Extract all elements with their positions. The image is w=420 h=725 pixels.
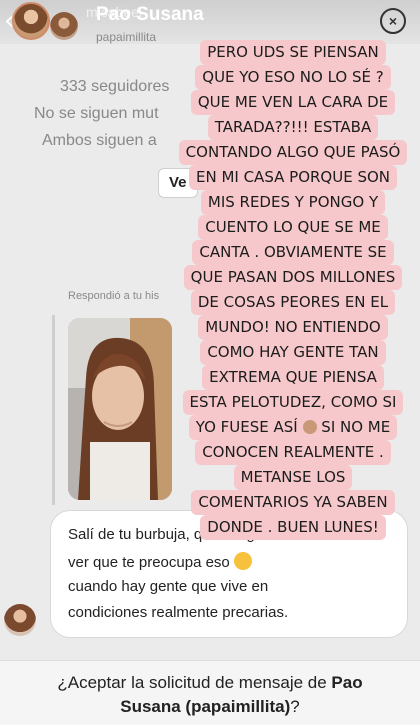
overlay-line: CONTANDO ALGO QUE PASÓ bbox=[178, 140, 408, 165]
overlay-line: METANSE LOS bbox=[233, 465, 353, 490]
overlay-line: QUE ME VEN LA CARA DE bbox=[190, 90, 396, 115]
accept-request-question: ¿Aceptar la solicitud de mensaje de Pao bbox=[57, 673, 363, 692]
overlay-line: EXTREMA QUE PIENSA bbox=[202, 365, 384, 390]
close-icon[interactable]: × bbox=[380, 8, 406, 34]
message-line: condiciones realmente precarias. bbox=[68, 604, 289, 621]
overlay-line: CUENTO LO QUE SE ME bbox=[198, 215, 388, 240]
story-title[interactable]: Pao Susana bbox=[96, 4, 204, 26]
overlay-line: MUNDO! NO ENTIENDO bbox=[198, 315, 388, 340]
story-text-overlay: PERO UDS SE PIENSAN QUE YO ESO NO LO SÉ … bbox=[168, 40, 418, 540]
reply-indicator bbox=[52, 315, 55, 505]
overlay-line: COMENTARIOS YA SABEN bbox=[191, 490, 395, 515]
overlay-line: DE COSAS PEORES EN EL bbox=[190, 290, 396, 315]
overlay-line: MIS REDES Y PONGO Y bbox=[200, 190, 386, 215]
overlay-line: YO FUESE ASÍ SI NO ME bbox=[188, 415, 398, 440]
message-line: cuando hay gente que vive en bbox=[68, 578, 269, 595]
avatar[interactable] bbox=[50, 12, 78, 40]
overlay-line: PERO UDS SE PIENSAN bbox=[200, 40, 386, 65]
overlay-line: DONDE . BUEN LUNES! bbox=[200, 515, 386, 540]
profile-handle: papaimillita bbox=[96, 30, 157, 44]
overlay-line: QUE PASAN DOS MILLONES bbox=[183, 265, 403, 290]
facepalm-emoji-icon bbox=[302, 420, 317, 434]
overlay-line: QUE YO ESO NO LO SÉ ? bbox=[195, 65, 391, 90]
followers-count: 333 seguidores bbox=[60, 78, 170, 95]
mutual-status: No se siguen mut bbox=[34, 105, 159, 122]
message-line: ver que te preocupa eso bbox=[68, 552, 252, 571]
mutual-followers: Ambos siguen a bbox=[42, 132, 157, 149]
overlay-line: COMO HAY GENTE TAN bbox=[200, 340, 386, 365]
unamused-emoji-icon bbox=[233, 552, 252, 570]
overlay-line: TARADA??!!! ESTABA bbox=[207, 115, 379, 140]
accept-request-question-cont: Susana (papaimillita)? bbox=[120, 697, 300, 716]
story-thumbnail[interactable] bbox=[68, 318, 172, 500]
replied-to-story-label: Respondió a tu his bbox=[68, 290, 160, 302]
story-thumbnail-photo bbox=[68, 318, 172, 500]
message-request-panel: ¿Aceptar la solicitud de mensaje de Pao … bbox=[0, 660, 420, 725]
overlay-line: CANTA . OBVIAMENTE SE bbox=[192, 240, 394, 265]
avatar[interactable] bbox=[4, 604, 36, 636]
avatar[interactable] bbox=[12, 2, 50, 40]
overlay-line: EN MI CASA PORQUE SON bbox=[188, 165, 398, 190]
overlay-line: ESTA PELOTUDEZ, COMO SI bbox=[182, 390, 404, 415]
overlay-line: CONOCEN REALMENTE . bbox=[195, 440, 391, 465]
